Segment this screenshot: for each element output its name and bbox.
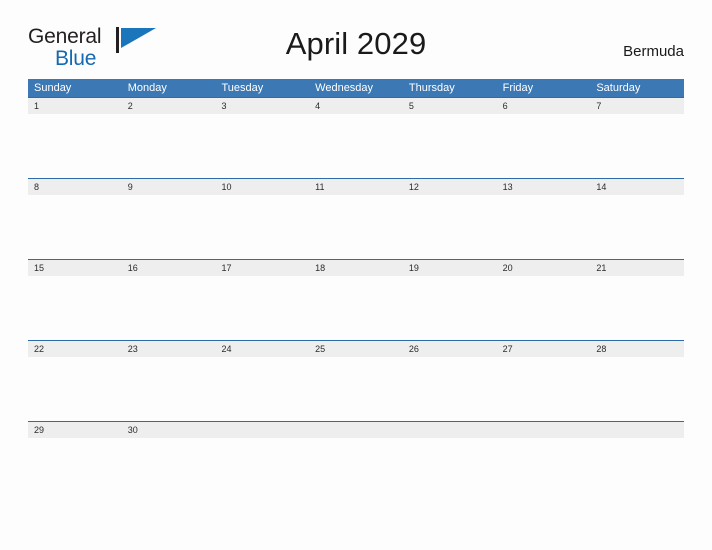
day-cell[interactable]: 11 [309,179,403,195]
day-cell[interactable]: 25 [309,341,403,357]
weekday-header-thursday: Thursday [408,82,455,94]
day-cell[interactable]: 22 [28,341,122,357]
page-header: General Blue April 2029 Bermuda [28,22,684,74]
weekday-header-friday: Friday [502,82,534,94]
day-cell[interactable]: 5 [403,98,497,114]
day-cell[interactable]: 26 [403,341,497,357]
week-notes-area[interactable] [28,438,684,503]
day-cell[interactable]: 28 [590,341,684,357]
week-row: 8 9 10 11 12 13 14 [28,178,684,260]
day-cell[interactable]: 18 [309,260,403,276]
day-cell[interactable]: 15 [28,260,122,276]
day-cell[interactable]: 30 [122,422,216,438]
day-cell[interactable]: 1 [28,98,122,114]
day-cell [403,422,497,438]
day-cell[interactable]: 8 [28,179,122,195]
week-notes-area[interactable] [28,114,684,179]
calendar-grid: Sunday Monday Tuesday Wednesday Thursday… [28,79,684,503]
country-label: Bermuda [623,43,684,60]
day-cell[interactable]: 4 [309,98,403,114]
day-cell[interactable]: 6 [497,98,591,114]
day-cell[interactable]: 13 [497,179,591,195]
day-cell[interactable]: 12 [403,179,497,195]
weekday-header-tuesday: Tuesday [221,82,264,94]
day-cell [309,422,403,438]
day-cell[interactable]: 24 [215,341,309,357]
day-cell[interactable]: 16 [122,260,216,276]
weekday-header-saturday: Saturday [596,82,641,94]
weekday-header-sunday: Sunday [34,82,72,94]
week-row: 22 23 24 25 26 27 28 [28,340,684,422]
calendar-page: General Blue April 2029 Bermuda Sunday M… [0,0,712,550]
week-date-band: 8 9 10 11 12 13 14 [28,179,684,195]
week-row: 15 16 17 18 19 20 21 [28,259,684,341]
day-cell[interactable]: 7 [590,98,684,114]
week-date-band: 29 30 [28,422,684,438]
day-cell[interactable]: 21 [590,260,684,276]
day-cell[interactable]: 29 [28,422,122,438]
week-date-band: 15 16 17 18 19 20 21 [28,260,684,276]
day-cell[interactable]: 10 [215,179,309,195]
weekday-header-monday: Monday [127,82,167,94]
week-date-band: 22 23 24 25 26 27 28 [28,341,684,357]
day-cell [215,422,309,438]
day-cell[interactable]: 9 [122,179,216,195]
day-cell[interactable]: 17 [215,260,309,276]
day-cell[interactable]: 14 [590,179,684,195]
day-cell [497,422,591,438]
week-notes-area[interactable] [28,195,684,260]
week-row: 1 2 3 4 5 6 7 [28,97,684,179]
day-cell [590,422,684,438]
week-notes-area[interactable] [28,276,684,341]
weekday-header-row: Sunday Monday Tuesday Wednesday Thursday… [28,79,684,97]
day-cell[interactable]: 20 [497,260,591,276]
day-cell[interactable]: 3 [215,98,309,114]
day-cell[interactable]: 27 [497,341,591,357]
week-notes-area[interactable] [28,357,684,422]
day-cell[interactable]: 23 [122,341,216,357]
week-date-band: 1 2 3 4 5 6 7 [28,98,684,114]
page-title: April 2029 [285,26,427,61]
weekday-header-wednesday: Wednesday [315,82,374,94]
day-cell[interactable]: 2 [122,98,216,114]
week-row: 29 30 [28,421,684,503]
day-cell[interactable]: 19 [403,260,497,276]
